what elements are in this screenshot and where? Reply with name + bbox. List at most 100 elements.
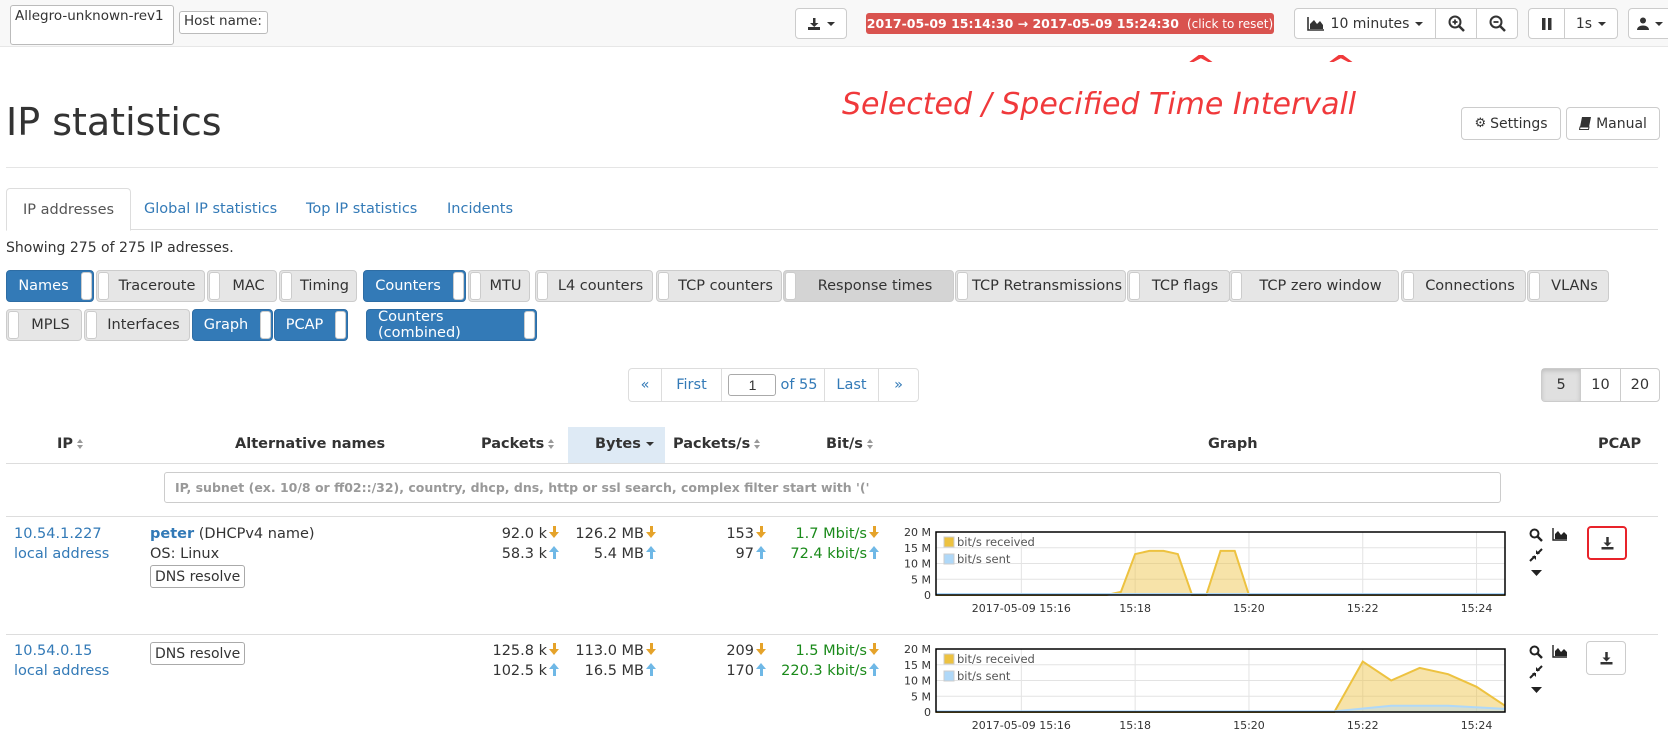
arrow-down-icon	[755, 643, 768, 656]
legend-label: bit/s received	[957, 652, 1035, 666]
ip-type-link[interactable]: local address	[14, 546, 109, 562]
pagination-prev[interactable]: «	[629, 369, 662, 401]
pagination-first[interactable]: First	[662, 369, 722, 401]
search-icon[interactable]	[1529, 645, 1543, 659]
area-chart-icon	[1306, 16, 1324, 31]
toggle-tcp-flags[interactable]: TCP flags	[1127, 270, 1230, 302]
toggle-tcp-zero-window[interactable]: TCP zero window	[1229, 270, 1399, 302]
toggle-vlans[interactable]: VLANs	[1527, 270, 1609, 302]
toggle-names[interactable]: Names	[6, 270, 94, 302]
bits-per-s-sent: 220.3 kbit/s	[781, 663, 881, 679]
ip-address-link[interactable]: 10.54.1.227	[14, 526, 102, 542]
column-header-ip[interactable]: IP	[57, 436, 84, 452]
toggle-timing[interactable]: Timing	[279, 270, 357, 302]
toggle-mtu[interactable]: MTU	[468, 270, 530, 302]
toggle-mpls[interactable]: MPLS	[6, 309, 82, 341]
value: 72.4 kbit/s	[790, 546, 867, 562]
time-range-reset-button[interactable]: 2017-05-09 15:14:30 → 2017-05-09 15:24:3…	[866, 13, 1274, 34]
toggle-tcp-retransmissions[interactable]: TCP Retransmissions	[955, 270, 1126, 302]
column-header-bytes[interactable]: Bytes	[595, 436, 654, 452]
page-size-5[interactable]: 5	[1542, 369, 1582, 401]
settings-button[interactable]: ⚙ Settings	[1461, 107, 1561, 140]
toggle-graph[interactable]: Graph	[192, 309, 273, 341]
toggle-response-times[interactable]: Response times	[783, 270, 954, 302]
export-dropdown-button[interactable]	[795, 8, 847, 39]
y-tick-label: 0	[924, 706, 931, 719]
pcap-download-button[interactable]	[1586, 641, 1626, 675]
page-number-input[interactable]	[728, 374, 777, 396]
manual-button[interactable]: Manual	[1566, 107, 1660, 140]
toggle-mac[interactable]: MAC	[207, 270, 277, 302]
toggle-tcp-counters[interactable]: TCP counters	[656, 270, 782, 302]
bits-per-s-received: 1.7 Mbit/s	[795, 526, 881, 542]
chevron-down-icon	[1655, 21, 1663, 26]
toggle-traceroute[interactable]: Traceroute	[96, 270, 205, 302]
interval-dropdown-button[interactable]: 10 minutes	[1294, 8, 1436, 39]
packets-sent: 102.5 k	[492, 663, 561, 679]
toggle-l4-counters[interactable]: L4 counters	[535, 270, 653, 302]
caret-down-icon[interactable]	[1531, 687, 1542, 694]
toggle-knob	[81, 272, 92, 300]
toggle-knob	[209, 272, 220, 300]
value: 16.5 MB	[584, 663, 644, 679]
toggle-label: Names	[18, 278, 69, 294]
tab-top-ip-statistics[interactable]: Top IP statistics	[290, 188, 433, 230]
ip-type-link[interactable]: local address	[14, 663, 109, 679]
ip-address-link[interactable]: 10.54.0.15	[14, 643, 92, 659]
toggle-knob	[1403, 272, 1414, 300]
tab-ip-addresses[interactable]: IP addresses	[6, 188, 132, 231]
tab-incidents[interactable]: Incidents	[431, 188, 529, 230]
column-header-bits-per-s[interactable]: Bit/s	[826, 436, 873, 452]
column-header-packets[interactable]: Packets	[481, 436, 555, 452]
toggle-knob	[453, 272, 464, 300]
toggle-pcap[interactable]: PCAP	[274, 309, 348, 341]
value: 126.2 MB	[575, 526, 644, 542]
pagination-last[interactable]: Last	[825, 369, 879, 401]
dns-resolve-button[interactable]: DNS resolve	[150, 642, 246, 665]
toggle-knob	[260, 311, 271, 339]
arrow-down-icon	[548, 526, 561, 539]
toggle-label: TCP flags	[1151, 278, 1219, 294]
compress-icon[interactable]	[1529, 665, 1543, 679]
toggle-knob	[470, 272, 481, 300]
toggle-counters[interactable]: Counters	[363, 270, 466, 302]
area-chart-icon[interactable]	[1552, 528, 1568, 541]
area-chart-icon[interactable]	[1552, 645, 1568, 658]
toggle-interfaces[interactable]: Interfaces	[84, 309, 190, 341]
toggle-label: TCP Retransmissions	[971, 278, 1122, 294]
page-size-10[interactable]: 10	[1581, 369, 1621, 401]
toggle-label: Interfaces	[107, 317, 180, 333]
tab-global-ip-statistics[interactable]: Global IP statistics	[128, 188, 293, 230]
column-header-packets-per-s[interactable]: Packets/s	[673, 436, 761, 452]
search-icon[interactable]	[1529, 528, 1543, 542]
pause-button[interactable]	[1528, 8, 1565, 39]
host-name-link[interactable]: peter	[150, 526, 194, 542]
toggle-label: L4 counters	[557, 278, 644, 294]
toggle-knob	[98, 272, 109, 300]
caret-down-icon[interactable]	[1531, 570, 1542, 577]
pcap-download-button[interactable]	[1587, 526, 1627, 560]
header-divider	[6, 463, 1658, 464]
page-size-20[interactable]: 20	[1621, 369, 1659, 401]
pagination: « First of 55 Last »	[628, 368, 919, 402]
column-header-label: Packets/s	[673, 436, 751, 452]
pause-icon	[1541, 17, 1551, 30]
traffic-graph[interactable]: 2017-05-09 15:16 15:18 15:20 15:22 15:24 20 M…	[896, 528, 1511, 620]
download-icon	[1601, 536, 1613, 549]
y-tick-label: 10 M	[904, 558, 931, 571]
y-tick-label: 5 M	[911, 690, 931, 703]
legend-label: bit/s received	[957, 535, 1035, 549]
user-icon	[1637, 17, 1649, 30]
zoom-out-button[interactable]	[1476, 8, 1518, 39]
ip-filter-input[interactable]: IP, subnet (ex. 10/8 or ff02::/32), coun…	[164, 472, 1501, 503]
toggle-counters-combined[interactable]: Counters (combined)	[366, 309, 537, 341]
zoom-in-button[interactable]	[1435, 8, 1477, 39]
user-menu-button[interactable]	[1628, 8, 1668, 39]
refresh-rate-dropdown[interactable]: 1s	[1564, 8, 1618, 39]
dns-resolve-button[interactable]: DNS resolve	[150, 565, 246, 588]
compress-icon[interactable]	[1529, 548, 1543, 562]
toggle-connections[interactable]: Connections	[1401, 270, 1526, 302]
value: 102.5 k	[492, 663, 547, 679]
pagination-next[interactable]: »	[879, 369, 918, 401]
traffic-graph[interactable]: 2017-05-09 15:16 15:18 15:20 15:22 15:24 20 M…	[896, 645, 1511, 737]
